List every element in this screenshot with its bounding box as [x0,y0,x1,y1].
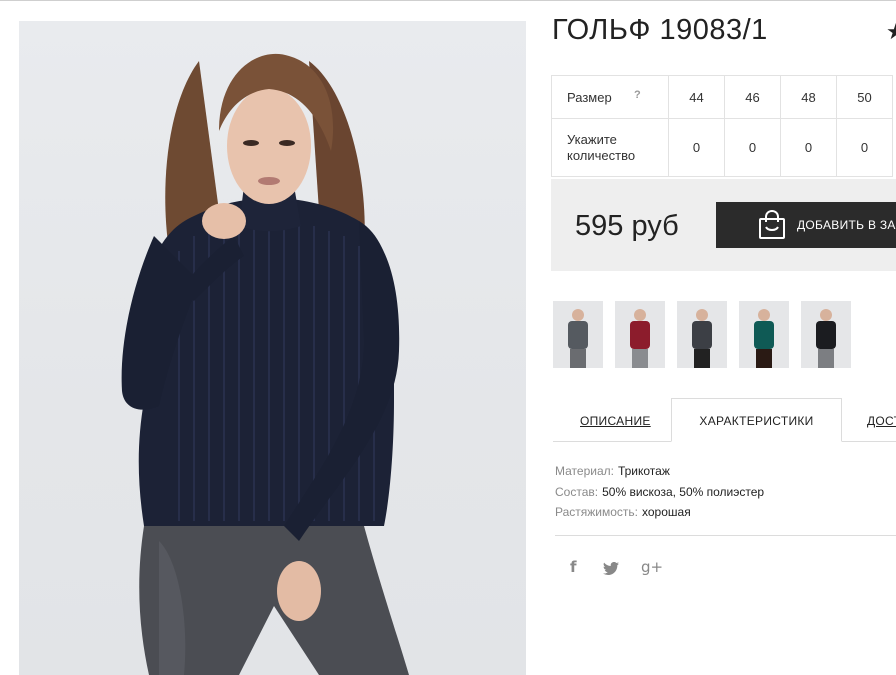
characteristic-value: 50% вискоза, 50% полиэстер [602,484,765,499]
quantity-input-46[interactable]: 0 [724,118,781,177]
characteristic-value: Трикотаж [617,464,670,478]
top-border [0,0,896,1]
size-label: Размер [567,89,612,105]
thumbnail-black[interactable] [801,301,851,368]
quantity-label-line2: количество [567,147,636,163]
tab-description[interactable]: ОПИСАНИЕ [580,414,651,428]
size-quantity-table: Размер ? 44 46 48 50 Укажите количество … [551,75,893,177]
size-48: 48 [780,75,837,119]
size-row: Размер ? 44 46 48 50 [551,75,893,119]
characteristic-key: Растяжимость: [555,505,639,519]
thumbnail-teal[interactable] [739,301,789,368]
add-to-cart-button[interactable]: ДОБАВИТЬ В ЗА [716,202,896,248]
quantity-input-44[interactable]: 0 [668,118,725,177]
section-divider [555,535,896,536]
characteristics-list: Материал: Трикотаж Состав: 50% вискоза, 50… [555,461,764,523]
characteristic-row: Растяжимость: хорошая [555,502,764,523]
facebook-icon[interactable]: f [570,558,577,576]
quantity-input-48[interactable]: 0 [780,118,837,177]
quantity-row: Укажите количество 0 0 0 0 [551,118,893,177]
size-46: 46 [724,75,781,119]
google-plus-icon[interactable]: g+ [641,558,663,576]
product-title: ГОЛЬФ 19083/1 [552,14,768,46]
characteristic-key: Материал: [555,464,614,478]
characteristic-key: Состав: [555,484,599,499]
model-illustration [121,53,409,675]
tab-delivery[interactable]: ДОСТ [867,414,896,428]
size-44: 44 [668,75,725,119]
product-price: 595 руб [575,210,679,242]
characteristic-row: Материал: Трикотаж [555,461,764,482]
quantity-label-cell: Укажите количество [551,118,669,177]
quantity-label-line1: Укажите [567,131,617,147]
size-label-cell: Размер ? [551,75,669,119]
star-icon[interactable]: ★ [886,19,896,45]
thumbnail-dark-grey[interactable] [677,301,727,368]
product-tabs: ОПИСАНИЕ ХАРАКТЕРИСТИКИ ДОСТ [553,398,896,443]
thumbnail-burgundy[interactable] [615,301,665,368]
price-box: 595 руб ДОБАВИТЬ В ЗА [551,179,896,271]
characteristic-value: хорошая [642,505,691,519]
quantity-input-50[interactable]: 0 [836,118,893,177]
tab-characteristics[interactable]: ХАРАКТЕРИСТИКИ [671,398,842,442]
twitter-icon[interactable] [603,561,619,579]
thumbnail-grey[interactable] [553,301,603,368]
characteristic-row: Состав: 50% вискоза, 50% полиэстер [555,482,764,503]
size-help-icon[interactable]: ? [634,89,641,101]
product-main-image[interactable] [19,21,526,675]
shopping-bag-icon [758,209,786,243]
add-to-cart-label: ДОБАВИТЬ В ЗА [797,218,896,232]
size-50: 50 [836,75,893,119]
